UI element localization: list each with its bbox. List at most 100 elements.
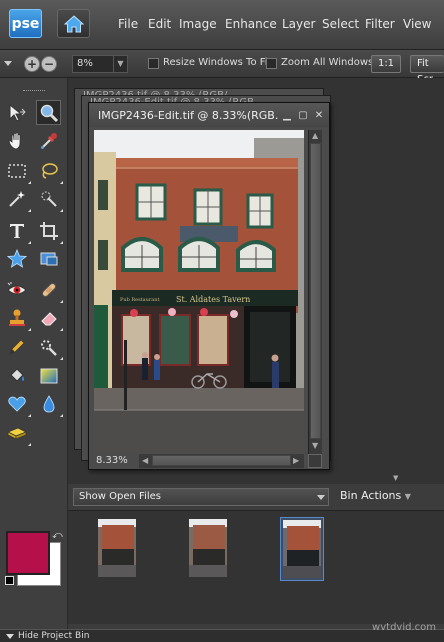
tool-flyout-corner (60, 414, 63, 417)
default-colors-icon[interactable] (5, 576, 14, 585)
close-icon[interactable]: ✕ (313, 109, 325, 121)
vertical-scrollbar[interactable]: ▲ ▼ (308, 130, 322, 454)
move-tool[interactable] (4, 100, 29, 125)
chevron-down-icon: ▼ (404, 492, 411, 501)
actual-pixels-button[interactable]: 1:1 (371, 55, 401, 73)
scroll-left-icon[interactable]: ◀ (142, 456, 148, 465)
resize-windows-checkbox[interactable] (148, 58, 159, 69)
bin-thumbnail[interactable] (187, 517, 231, 581)
minimize-icon[interactable]: ▁ (281, 109, 293, 121)
toolbox-grip[interactable] (23, 90, 45, 93)
menu-filter[interactable]: Filter (365, 17, 395, 31)
document-titlebar[interactable]: IMGP2436-Edit.tif @ 8.33%(RGB... ▁ ▢ ✕ (89, 103, 329, 127)
clone-stamp-tool[interactable] (4, 305, 31, 331)
bin-actions-label: Bin Actions (340, 489, 402, 502)
swap-colors-icon[interactable]: ⤺ (52, 530, 63, 541)
zoom-in-icon[interactable]: + (24, 56, 40, 72)
foreground-color-swatch[interactable] (6, 531, 50, 575)
tool-flyout-corner (60, 181, 63, 184)
scroll-right-icon[interactable]: ▶ (293, 456, 299, 465)
gradient-tool[interactable] (36, 363, 61, 388)
paint-bucket-tool[interactable] (4, 363, 29, 388)
menu-image[interactable]: Image (179, 17, 217, 31)
recompose-icon (40, 252, 57, 265)
red-eye-tool[interactable] (4, 277, 29, 302)
collapse-arrow-icon[interactable] (6, 634, 14, 639)
document-title: IMGP2436-Edit.tif @ 8.33%(RGB... (98, 109, 278, 122)
workspace: IMGP2436.tif @ 8.33% (RGB/... IMGP2436-E… (68, 78, 444, 476)
magic-wand-icon (8, 190, 25, 207)
zoom-level-field[interactable]: 8% ▼ (72, 55, 128, 73)
menu-enhance[interactable]: Enhance (225, 17, 277, 31)
menu-select[interactable]: Select (322, 17, 359, 31)
resize-grip[interactable] (308, 454, 322, 468)
menu-layer[interactable]: Layer (282, 17, 315, 31)
custom-shape-tool[interactable] (4, 391, 31, 417)
menu-view[interactable]: View (403, 17, 431, 31)
tool-flyout-corner (28, 241, 31, 244)
show-open-files-label: Show Open Files (79, 491, 161, 502)
pse-logo: pse (9, 9, 42, 38)
zoom-all-windows-checkbox[interactable] (266, 58, 277, 69)
tool-preset-arrow-icon[interactable] (4, 61, 12, 66)
bin-actions-menu[interactable]: Bin Actions ▼ (340, 489, 411, 502)
horizontal-scroll-thumb[interactable] (152, 455, 291, 466)
healing-brush-tool[interactable] (36, 277, 63, 303)
bin-collapse-bar[interactable]: ▼ (68, 474, 444, 484)
chevron-down-icon[interactable]: ▼ (113, 56, 127, 72)
menu-edit[interactable]: Edit (148, 17, 171, 31)
bin-thumbnail[interactable] (96, 517, 140, 581)
resize-windows-label: Resize Windows To Fit (163, 57, 272, 68)
lasso-tool[interactable] (36, 158, 63, 184)
water-drop-icon (43, 394, 54, 412)
move-arrow-icon (9, 103, 26, 122)
cookie-cutter-tool[interactable] (4, 246, 29, 271)
sponge-tool[interactable] (4, 420, 31, 446)
tavern-photo: St. Aldates Tavern Pub Restaurant (94, 130, 304, 454)
blur-tool[interactable] (36, 391, 63, 417)
hand-tool[interactable] (4, 128, 29, 153)
vertical-scroll-thumb[interactable] (310, 143, 321, 439)
tavern-sign-text: St. Aldates Tavern (176, 295, 250, 304)
tool-flyout-corner (60, 357, 63, 360)
project-bin-header: Show Open Files Bin Actions ▼ (68, 484, 444, 510)
smart-brush-tool[interactable] (36, 334, 63, 360)
scroll-up-icon[interactable]: ▲ (312, 131, 318, 140)
hide-project-bin-button[interactable]: Hide Project Bin (18, 630, 89, 642)
tool-flyout-corner (28, 181, 31, 184)
tool-flyout-corner (28, 443, 31, 446)
bin-thumbnail-selected[interactable] (280, 517, 324, 581)
toolbox: ⤺ (0, 78, 68, 633)
marquee-tool[interactable] (4, 158, 31, 184)
menu-file[interactable]: File (118, 17, 138, 31)
zoom-level-value: 8% (77, 58, 93, 69)
red-eye-icon (6, 281, 27, 294)
paint-bucket-icon (9, 367, 24, 382)
scroll-down-icon[interactable]: ▼ (312, 441, 318, 450)
magnifier-icon (40, 104, 58, 122)
fit-screen-button[interactable]: Fit Scr (410, 55, 444, 85)
zoom-out-icon[interactable]: − (41, 56, 57, 72)
tool-flyout-corner (60, 241, 63, 244)
magic-wand-tool[interactable] (4, 186, 31, 212)
smart-brush-icon (40, 339, 57, 356)
collapse-arrow-icon[interactable]: ▼ (393, 474, 398, 482)
crop-tool[interactable] (36, 218, 63, 244)
chevron-down-icon (317, 495, 325, 500)
home-button[interactable] (57, 9, 90, 38)
document-canvas[interactable]: St. Aldates Tavern Pub Restaurant (94, 130, 304, 454)
maximize-icon[interactable]: ▢ (297, 109, 309, 121)
quick-selection-tool[interactable] (36, 186, 63, 212)
options-bar: + − 8% ▼ Resize Windows To Fit Zoom All … (0, 50, 444, 85)
show-open-files-select[interactable]: Show Open Files (73, 488, 329, 506)
horizontal-scrollbar[interactable]: ◀ ▶ (139, 454, 304, 468)
zoom-tool[interactable] (36, 100, 61, 125)
bandage-icon (41, 282, 56, 297)
eraser-tool[interactable] (36, 305, 63, 331)
pencil-tool[interactable] (4, 334, 29, 359)
type-tool[interactable] (4, 218, 31, 244)
document-window[interactable]: IMGP2436-Edit.tif @ 8.33%(RGB... ▁ ▢ ✕ S… (88, 102, 330, 470)
eyedropper-icon (40, 132, 57, 149)
recompose-tool[interactable] (36, 246, 61, 271)
eyedropper-tool[interactable] (36, 128, 61, 153)
